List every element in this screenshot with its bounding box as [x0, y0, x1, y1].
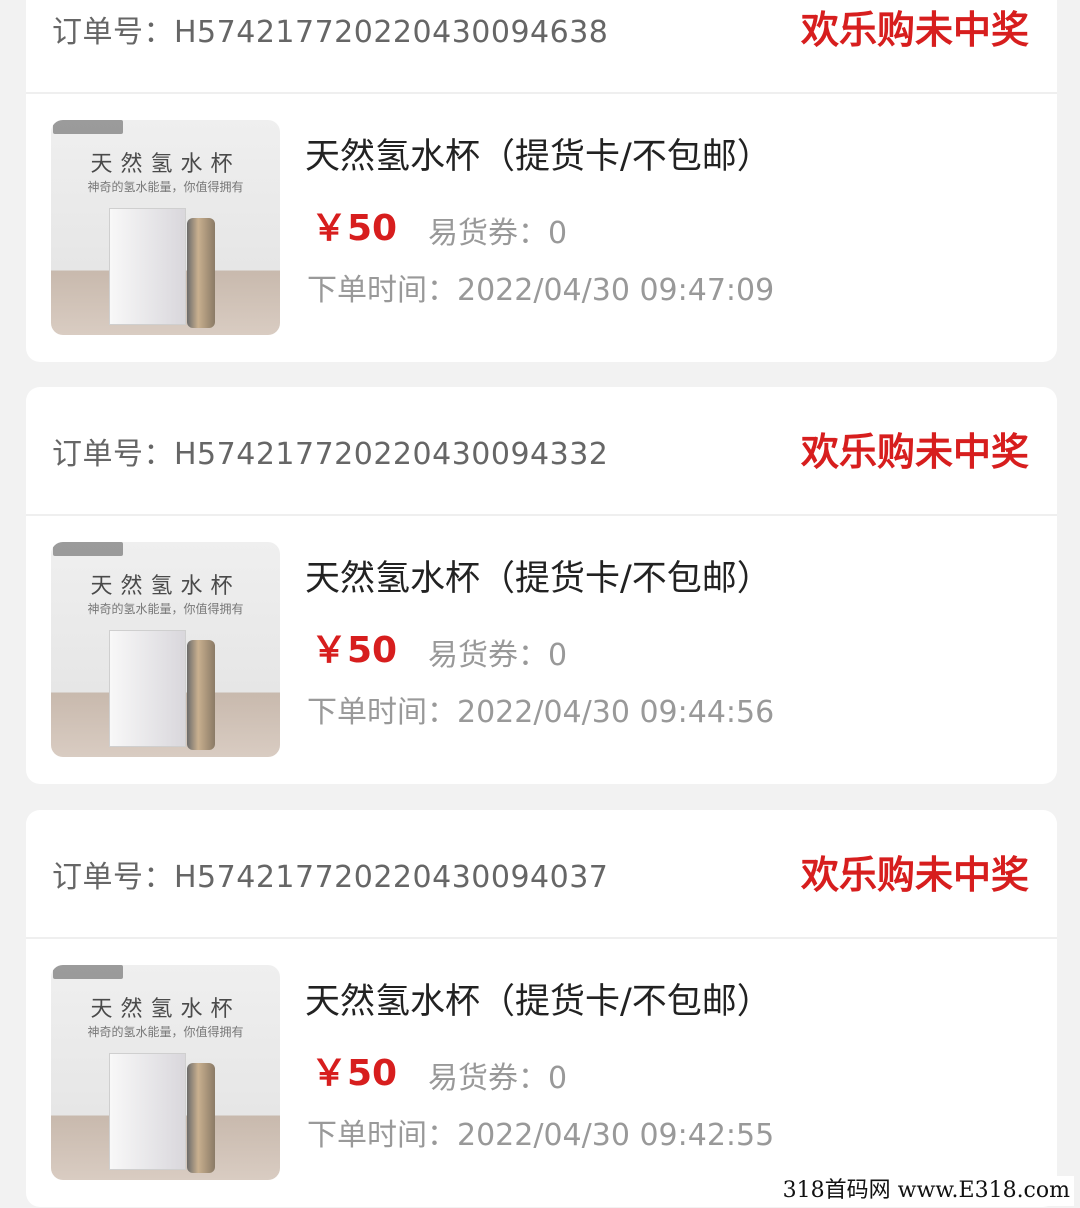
- order-status: 欢乐购未中奖: [800, 430, 1029, 474]
- product-box-graphic: [109, 630, 186, 747]
- order-time: 下单时间：2022/04/30 09:47:09: [307, 273, 775, 308]
- order-time: 下单时间：2022/04/30 09:42:55: [307, 1118, 775, 1153]
- order-card-header: 订单号：H574217720220430094332 欢乐购未中奖: [26, 387, 1057, 514]
- product-image-subtitle: 神奇的氢水能量，你值得拥有: [87, 602, 244, 616]
- divider: [26, 937, 1057, 939]
- product-name[interactable]: 天然氢水杯（提货卡/不包邮）: [305, 550, 772, 601]
- coupon-info: 易货券：0: [428, 1061, 568, 1096]
- site-watermark: 318首码网 www.E318.com: [778, 1176, 1074, 1206]
- order-status: 欢乐购未中奖: [800, 853, 1029, 897]
- product-image[interactable]: 天然氢水杯 神奇的氢水能量，你值得拥有: [51, 542, 280, 757]
- product-image-title: 天然氢水杯: [90, 997, 241, 1022]
- brand-logo: [53, 965, 123, 979]
- product-cup-graphic: [187, 640, 215, 750]
- product-name[interactable]: 天然氢水杯（提货卡/不包邮）: [305, 128, 772, 179]
- product-cup-graphic: [187, 1063, 215, 1173]
- product-box-graphic: [109, 208, 186, 325]
- coupon-info: 易货券：0: [428, 216, 568, 251]
- product-cup-graphic: [187, 218, 215, 328]
- order-card[interactable]: 订单号：H574217720220430094638 欢乐购未中奖 天然氢水杯 …: [26, 0, 1057, 362]
- divider: [26, 92, 1057, 94]
- product-price: ￥50: [311, 630, 398, 671]
- product-image[interactable]: 天然氢水杯 神奇的氢水能量，你值得拥有: [51, 965, 280, 1180]
- order-card-header: 订单号：H574217720220430094037 欢乐购未中奖: [26, 810, 1057, 937]
- order-number: 订单号：H574217720220430094332: [52, 437, 609, 472]
- brand-logo: [53, 542, 123, 556]
- product-box-graphic: [109, 1053, 186, 1170]
- order-card[interactable]: 订单号：H574217720220430094037 欢乐购未中奖 天然氢水杯 …: [26, 810, 1057, 1207]
- product-image-title: 天然氢水杯: [90, 152, 241, 177]
- product-image-title: 天然氢水杯: [90, 574, 241, 599]
- order-card[interactable]: 订单号：H574217720220430094332 欢乐购未中奖 天然氢水杯 …: [26, 387, 1057, 784]
- order-number: 订单号：H574217720220430094037: [52, 860, 609, 895]
- product-image[interactable]: 天然氢水杯 神奇的氢水能量，你值得拥有: [51, 120, 280, 335]
- order-time: 下单时间：2022/04/30 09:44:56: [307, 695, 775, 730]
- coupon-info: 易货券：0: [428, 638, 568, 673]
- product-name[interactable]: 天然氢水杯（提货卡/不包邮）: [305, 973, 772, 1024]
- product-image-subtitle: 神奇的氢水能量，你值得拥有: [87, 1025, 244, 1039]
- order-status: 欢乐购未中奖: [800, 8, 1029, 52]
- order-number: 订单号：H574217720220430094638: [52, 15, 609, 50]
- brand-logo: [53, 120, 123, 134]
- product-image-subtitle: 神奇的氢水能量，你值得拥有: [87, 180, 244, 194]
- divider: [26, 514, 1057, 516]
- product-price: ￥50: [311, 208, 398, 249]
- order-card-header: 订单号：H574217720220430094638 欢乐购未中奖: [26, 0, 1057, 92]
- product-price: ￥50: [311, 1053, 398, 1094]
